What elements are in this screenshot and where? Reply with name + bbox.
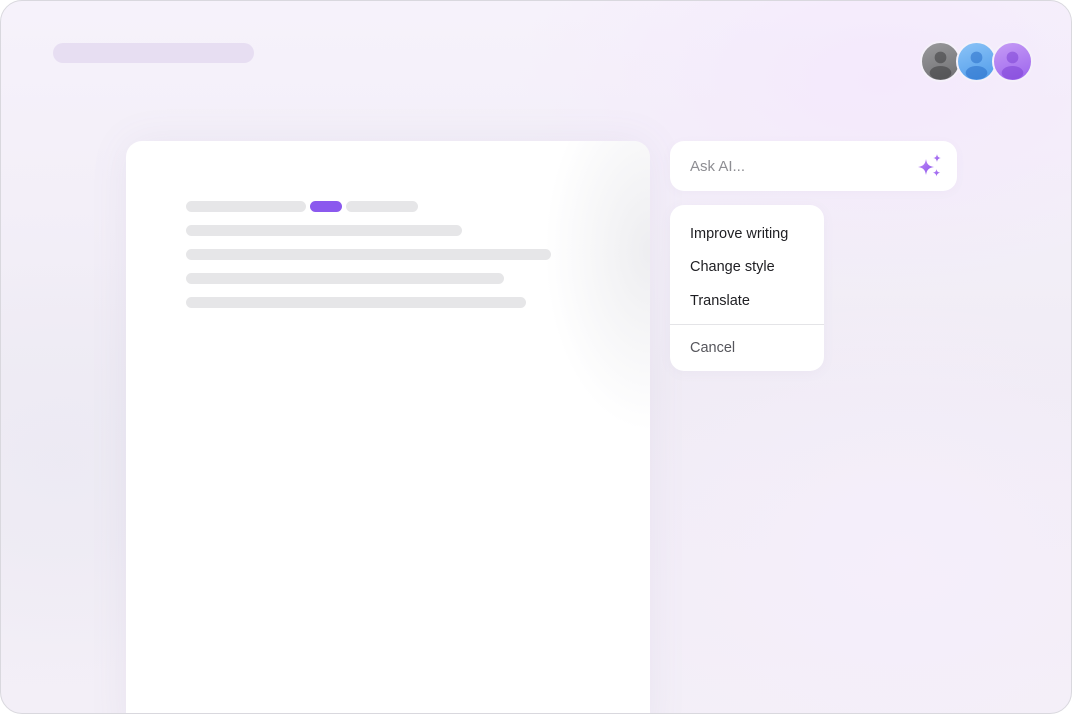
- user-icon: [929, 51, 952, 80]
- text-line-placeholder: [186, 225, 462, 236]
- ai-actions-menu: Improve writing Change style Translate C…: [670, 205, 824, 371]
- text-line-placeholder: [346, 201, 418, 212]
- document-page[interactable]: [126, 141, 650, 713]
- avatar-blue[interactable]: [956, 41, 997, 82]
- user-icon: [965, 51, 988, 80]
- menu-item-improve-writing[interactable]: Improve writing: [670, 219, 824, 249]
- menu-item-translate[interactable]: Translate: [670, 286, 824, 316]
- text-line-placeholder: [186, 297, 526, 308]
- ask-ai-input[interactable]: [690, 156, 910, 176]
- menu-item-change-style[interactable]: Change style: [670, 252, 824, 282]
- title-placeholder: [53, 43, 254, 63]
- sparkle-icon[interactable]: [915, 152, 945, 182]
- avatar-purple[interactable]: [992, 41, 1033, 82]
- cancel-button[interactable]: Cancel: [670, 333, 824, 363]
- ask-ai-bar: [670, 141, 957, 191]
- text-line-placeholder: [186, 273, 504, 284]
- collaborator-avatars: [920, 41, 1035, 82]
- avatar-gray[interactable]: [920, 41, 961, 82]
- menu-divider: [670, 324, 824, 325]
- user-icon: [1001, 51, 1024, 80]
- text-line-placeholder: [186, 249, 551, 260]
- app-window: Improve writing Change style Translate C…: [0, 0, 1072, 714]
- text-line-placeholder: [186, 201, 306, 212]
- selected-text-highlight[interactable]: [310, 201, 342, 212]
